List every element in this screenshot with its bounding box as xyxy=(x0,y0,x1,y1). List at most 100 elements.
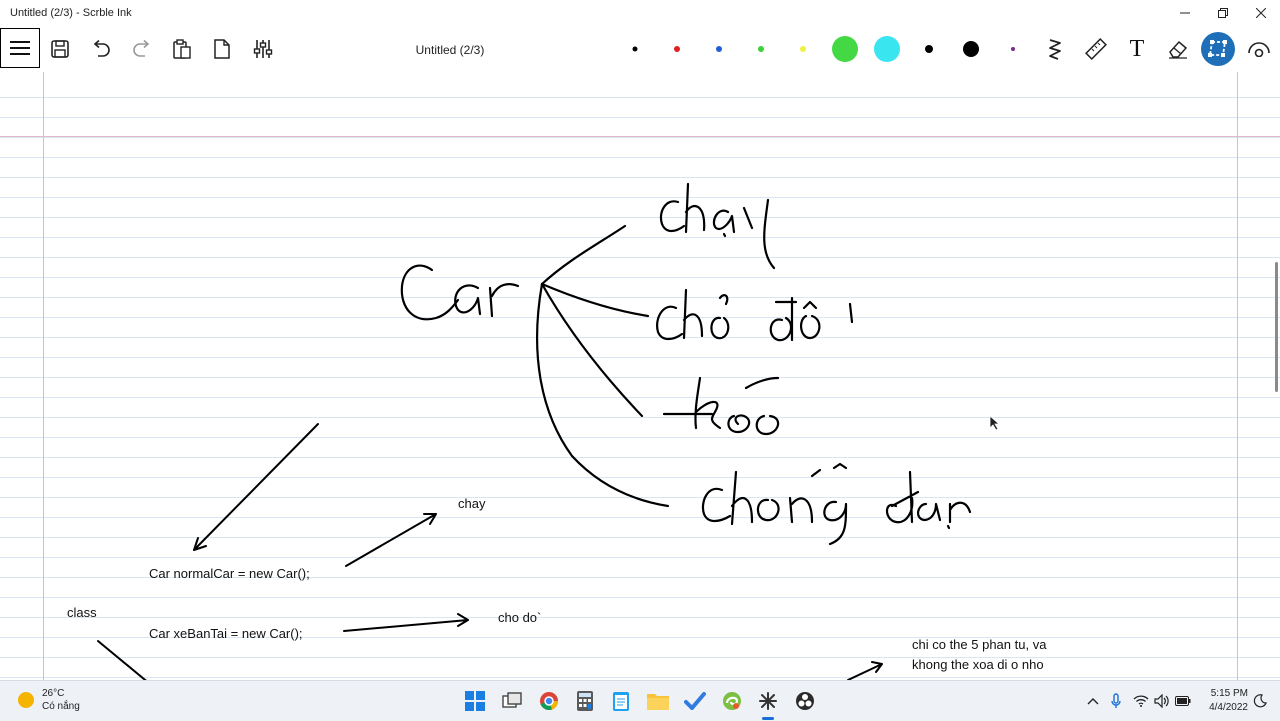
handwritten-car-C xyxy=(400,264,460,321)
view-icon xyxy=(1248,42,1270,57)
save-button[interactable] xyxy=(43,32,77,66)
ink-canvas[interactable]: chay Car normalCar = new Car(); class Ca… xyxy=(0,72,1280,680)
menu-icon xyxy=(10,41,30,55)
taskbar: 26°C Có nắng 5:15 PM 4/4/2022 xyxy=(0,680,1280,721)
battery-button[interactable] xyxy=(1175,693,1191,709)
todo-button[interactable] xyxy=(683,689,707,713)
windows-start-icon xyxy=(465,691,485,711)
tray-overflow-button[interactable] xyxy=(1085,693,1101,709)
pen-red[interactable] xyxy=(674,46,680,52)
pen-purple[interactable] xyxy=(1011,47,1015,51)
squiggle-tool[interactable] xyxy=(1038,32,1072,66)
pen-black-medium[interactable] xyxy=(925,45,933,53)
arrow-to-note xyxy=(847,661,883,680)
paste-icon xyxy=(173,39,191,59)
window-title: Untitled (2/3) - Scrble Ink xyxy=(10,7,132,19)
chrome-icon xyxy=(540,692,558,711)
branch-keo xyxy=(540,282,644,418)
wifi-button[interactable] xyxy=(1133,693,1149,709)
note-chay: chay xyxy=(458,496,486,511)
ruler-tool[interactable] xyxy=(1079,32,1113,66)
calculator-icon xyxy=(577,691,593,711)
file-explorer-icon xyxy=(647,694,669,710)
obs-icon xyxy=(796,692,814,710)
wifi-icon xyxy=(1133,695,1149,707)
settings-button[interactable] xyxy=(246,32,280,66)
handwritten-chong-dan xyxy=(701,462,972,546)
arrow-from-class xyxy=(97,640,147,680)
system-clock[interactable]: 5:15 PM 4/4/2022 xyxy=(1196,687,1248,715)
toolbar: Untitled (2/3) T xyxy=(0,26,1280,73)
title-bar: Untitled (2/3) - Scrble Ink xyxy=(0,0,1280,26)
highlighter-cyan[interactable] xyxy=(874,36,900,62)
lasso-select-tool[interactable] xyxy=(1201,32,1235,66)
chrome-button[interactable] xyxy=(537,689,561,713)
undo-icon xyxy=(93,40,110,57)
scrble-ink-icon xyxy=(759,692,777,710)
scrble-ink-button[interactable] xyxy=(756,689,780,713)
text-icon: T xyxy=(1129,35,1145,62)
pen-black-large[interactable] xyxy=(963,41,979,57)
task-view-button[interactable] xyxy=(500,689,524,713)
redo-button[interactable] xyxy=(125,32,159,66)
arrow-to-cho-do xyxy=(343,613,469,632)
undo-button[interactable] xyxy=(84,32,118,66)
page-icon xyxy=(214,39,230,59)
start-button[interactable] xyxy=(463,689,487,713)
todo-icon xyxy=(684,692,706,710)
lasso-select-icon xyxy=(1208,40,1227,57)
ruler-icon xyxy=(1085,38,1107,60)
swirl-browser-button[interactable] xyxy=(720,689,744,713)
branch-chay xyxy=(540,224,627,286)
arrow-to-chay xyxy=(345,513,437,567)
paste-button[interactable] xyxy=(165,32,199,66)
new-page-button[interactable] xyxy=(205,32,239,66)
pen-green[interactable] xyxy=(758,46,764,52)
handwritten-car-r xyxy=(488,283,520,318)
squiggle-icon xyxy=(1049,39,1061,60)
weather-description: Có nắng xyxy=(42,701,80,712)
handwritten-keo xyxy=(662,376,780,436)
notepad-icon xyxy=(613,692,629,711)
volume-button[interactable] xyxy=(1154,693,1170,709)
focus-assist-button[interactable] xyxy=(1252,693,1268,709)
chevron-up-icon xyxy=(1087,698,1099,705)
menu-button[interactable] xyxy=(0,28,40,68)
weather-widget[interactable]: 26°C Có nắng xyxy=(18,687,80,713)
microphone-icon xyxy=(1111,693,1121,708)
calculator-button[interactable] xyxy=(573,689,597,713)
minimize-button[interactable] xyxy=(1166,0,1204,26)
note-cho-do: cho do` xyxy=(498,610,542,625)
note-normal-car: Car normalCar = new Car(); xyxy=(149,566,310,581)
pen-blue[interactable] xyxy=(716,46,722,52)
vertical-scrollbar[interactable] xyxy=(1275,262,1278,392)
close-button[interactable] xyxy=(1242,0,1280,26)
handwritten-chay-dot xyxy=(722,232,727,238)
document-title: Untitled (2/3) xyxy=(415,43,485,57)
clock-time: 5:15 PM xyxy=(1210,688,1248,699)
minimize-icon xyxy=(1180,12,1190,14)
eraser-icon xyxy=(1169,40,1188,59)
maximize-button[interactable] xyxy=(1204,0,1242,26)
microphone-button[interactable] xyxy=(1108,693,1124,709)
obs-button[interactable] xyxy=(793,689,817,713)
moon-icon xyxy=(1253,694,1267,708)
handwritten-cho-do xyxy=(656,288,854,342)
view-mode-button[interactable] xyxy=(1242,32,1276,66)
task-view-icon xyxy=(502,692,522,708)
sun-icon xyxy=(18,692,34,708)
redo-icon xyxy=(133,40,150,57)
browser-swirl-icon xyxy=(723,692,741,710)
file-explorer-button[interactable] xyxy=(646,689,670,713)
window-controls xyxy=(1166,0,1280,26)
notepad-button[interactable] xyxy=(609,689,633,713)
highlighter-green[interactable] xyxy=(832,36,858,62)
text-tool[interactable]: T xyxy=(1120,32,1154,66)
eraser-tool[interactable] xyxy=(1161,32,1195,66)
handwritten-chay xyxy=(659,182,776,270)
pen-yellow[interactable] xyxy=(800,46,806,52)
note-xe-ban-tai: Car xeBanTai = new Car(); xyxy=(149,626,303,641)
restore-icon xyxy=(1218,8,1228,18)
pen-black-small[interactable] xyxy=(632,46,638,52)
clock-date: 4/4/2022 xyxy=(1209,702,1248,713)
